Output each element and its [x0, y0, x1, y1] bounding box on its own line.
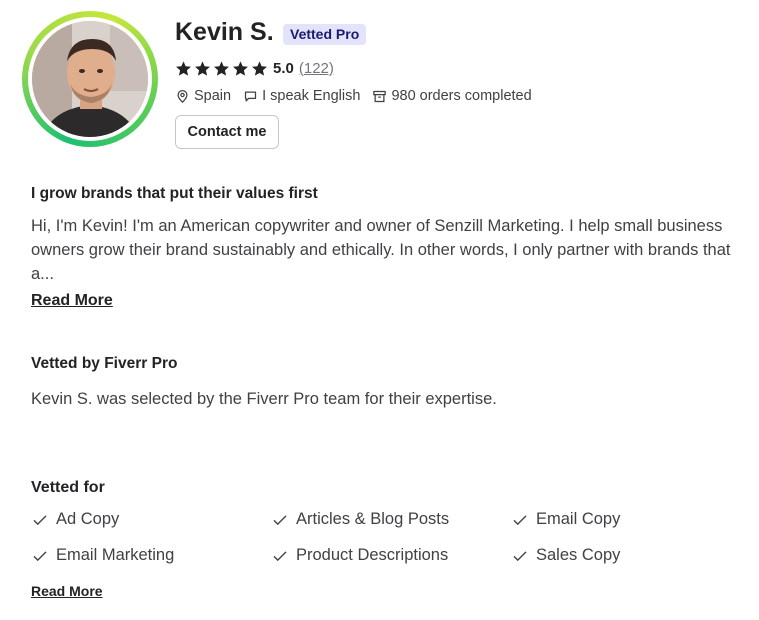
seller-name[interactable]: Kevin S. [175, 18, 274, 47]
vetted-description: Kevin S. was selected by the Fiverr Pro … [31, 390, 497, 408]
location-pin-icon [177, 89, 188, 103]
language-text: I speak English [262, 88, 361, 104]
checkmark-icon [513, 514, 527, 525]
orders: 980 orders completed [372, 88, 532, 104]
star-icon [176, 60, 191, 76]
review-count-link[interactable]: (122) [299, 60, 334, 77]
skill-item: Articles & Blog Posts [271, 510, 449, 529]
archive-box-icon [373, 90, 387, 102]
checkmark-icon [33, 514, 47, 525]
avatar-ring [22, 11, 158, 147]
star-icon [214, 60, 229, 76]
skill-label: Articles & Blog Posts [296, 510, 450, 528]
avatar[interactable] [32, 21, 148, 137]
vetted-pro-badge: Vetted Pro [283, 24, 367, 45]
star-icon [233, 60, 248, 76]
star-icon [252, 60, 267, 76]
skill-item: Ad Copy [31, 510, 119, 529]
checkmark-icon [273, 550, 287, 561]
location-text: Spain [194, 88, 232, 104]
rating-row: 5.0 (122) [175, 58, 334, 78]
contact-me-button[interactable]: Contact me [175, 115, 279, 149]
profile-bio: Hi, I'm Kevin! I'm an American copywrite… [31, 217, 731, 283]
star-icon [195, 60, 210, 76]
rating-score: 5.0 [273, 59, 294, 77]
skill-label: Email Marketing [56, 546, 175, 564]
skills-read-more-link[interactable]: Read More [31, 583, 103, 599]
checkmark-icon [513, 550, 527, 561]
skill-item: Email Marketing [31, 546, 174, 565]
seller-meta: Spain I speak English 980 orders complet… [175, 88, 544, 104]
orders-text: 980 orders completed [391, 88, 532, 104]
skill-label: Ad Copy [56, 510, 120, 528]
skill-item: Product Descriptions [271, 546, 448, 565]
language: I speak English [243, 88, 360, 104]
skill-item: Sales Copy [511, 546, 620, 565]
checkmark-icon [33, 550, 47, 561]
location: Spain [175, 88, 231, 104]
vetted-title: Vetted by Fiverr Pro [31, 355, 178, 372]
bio-read-more-link[interactable]: Read More [31, 292, 113, 310]
chat-bubble-icon [244, 91, 257, 101]
skill-label: Product Descriptions [296, 546, 449, 564]
vetted-for-title: Vetted for [31, 479, 105, 496]
skill-label: Email Copy [536, 510, 621, 528]
checkmark-icon [273, 514, 287, 525]
skill-label: Sales Copy [536, 546, 621, 564]
profile-headline: I grow brands that put their values firs… [31, 185, 318, 202]
skill-item: Email Copy [511, 510, 620, 529]
star-rating [175, 60, 268, 77]
